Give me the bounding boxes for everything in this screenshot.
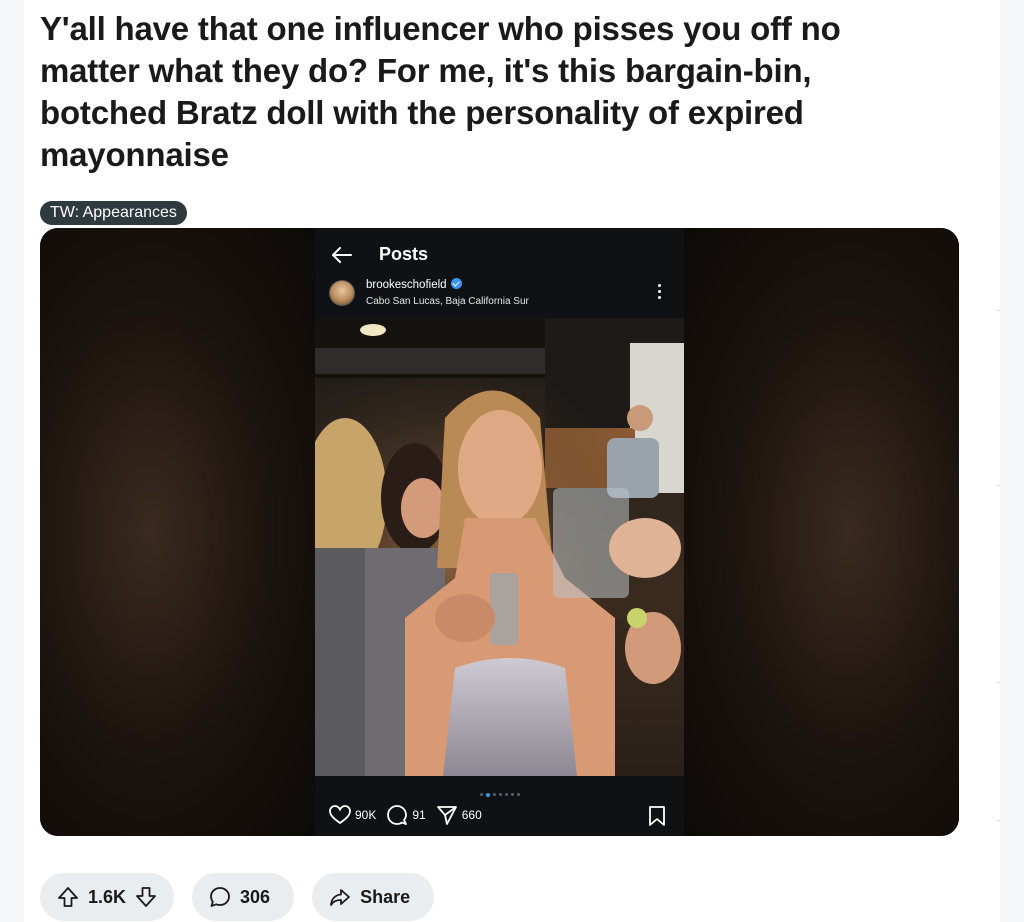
ig-send: 660	[436, 804, 482, 826]
comment-count: 306	[240, 886, 271, 907]
post-title[interactable]: Y'all have that one influencer who pisse…	[40, 8, 920, 176]
send-icon	[436, 806, 457, 825]
party-photo-illustration	[315, 318, 684, 776]
post-media[interactable]: Posts brookeschofield Cabo San Lucas, Ba…	[40, 228, 959, 836]
media-blur-background-right	[684, 228, 959, 836]
scroll-rail	[996, 310, 1000, 830]
avatar	[329, 280, 355, 306]
ig-header: Posts brookeschofield Cabo San Lucas, Ba…	[315, 228, 684, 318]
heart-icon	[329, 805, 351, 825]
back-arrow-icon	[332, 247, 352, 263]
post-flair[interactable]: TW: Appearances	[40, 201, 187, 225]
embedded-instagram-screenshot: Posts brookeschofield Cabo San Lucas, Ba…	[315, 228, 684, 836]
comment-icon	[387, 805, 408, 825]
media-blur-background-left	[40, 228, 315, 836]
ig-username: brookeschofield	[366, 278, 462, 291]
vote-control: 1.6K	[40, 873, 175, 921]
arrow-up-icon[interactable]	[56, 885, 80, 909]
ig-action-row: 90K 91 660	[329, 803, 492, 827]
ig-comment: 91	[386, 804, 426, 826]
comments-button[interactable]: 306	[192, 873, 295, 921]
ig-comment-count: 91	[412, 808, 426, 822]
speech-bubble-icon	[210, 887, 230, 907]
ig-photo	[315, 318, 684, 776]
vote-score: 1.6K	[88, 886, 127, 907]
ig-like: 90K	[329, 805, 376, 825]
ig-username-text: brookeschofield	[366, 279, 447, 291]
bookmark-icon	[649, 806, 665, 826]
ig-share-count: 660	[461, 808, 482, 822]
share-arrow-icon	[330, 889, 350, 906]
ig-header-title: Posts	[379, 244, 429, 264]
ig-like-count: 90K	[355, 808, 377, 822]
more-vertical-icon	[655, 284, 663, 302]
arrow-down-icon[interactable]	[134, 885, 158, 909]
verified-badge-icon	[450, 278, 462, 289]
carousel-dots	[315, 786, 684, 797]
post-action-bar: 1.6K 306 Share	[40, 873, 435, 921]
share-label: Share	[360, 886, 411, 907]
ig-location: Cabo San Lucas, Baja California Sur	[366, 296, 529, 307]
share-button[interactable]: Share	[312, 873, 435, 921]
